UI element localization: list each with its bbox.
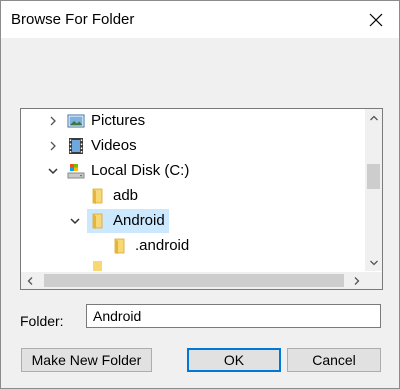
hard-disk-icon [67,164,85,179]
tree-item-label: adb [113,187,139,204]
videos-icon [69,138,83,154]
chevron-down-icon[interactable] [68,214,82,228]
title-bar: Browse For Folder [1,1,399,38]
horizontal-scrollbar[interactable] [21,272,365,289]
cancel-button[interactable]: Cancel [287,348,381,372]
vertical-scroll-thumb[interactable] [367,164,380,189]
close-button[interactable] [353,1,399,38]
folder-tree[interactable]: Pictures Videos Local Disk (C:) adb Andr… [20,108,383,290]
scrollbar-corner [365,272,382,289]
horizontal-scroll-thumb[interactable] [44,274,344,287]
tree-item-label: Local Disk (C:) [91,162,190,179]
scroll-left-button[interactable] [21,272,38,289]
chevron-left-icon [27,276,32,285]
pictures-icon [67,114,85,128]
browse-for-folder-dialog: Browse For Folder Pictures Videos Local … [0,0,400,389]
folder-name-input[interactable]: Android [86,304,381,328]
tree-item-label: Android [113,212,165,229]
tree-item-pictures[interactable]: Pictures [21,109,361,133]
scroll-right-button[interactable] [348,272,365,289]
tree-item-adb[interactable]: adb [21,184,361,208]
folder-icon [92,213,103,229]
tree-item-label: Videos [91,137,137,154]
tree-item-label: Pictures [91,112,146,129]
chevron-up-icon [369,115,378,120]
folder-icon [92,188,103,204]
make-new-folder-button[interactable]: Make New Folder [21,348,152,372]
tree-item-dot-android[interactable]: .android [21,234,361,258]
ok-button[interactable]: OK [187,348,281,372]
scroll-up-button[interactable] [365,109,382,126]
vertical-scrollbar[interactable] [365,109,382,271]
chevron-right-icon[interactable] [46,114,60,128]
scroll-down-button[interactable] [365,254,382,271]
folder-icon [93,261,102,271]
folder-label: Folder: [20,313,64,329]
chevron-right-icon [354,276,359,285]
tree-item-label: .android [135,237,190,254]
dialog-title: Browse For Folder [11,11,135,28]
chevron-down-icon[interactable] [46,164,60,178]
close-icon [369,13,383,26]
folder-icon [114,238,125,254]
tree-item-local-disk[interactable]: Local Disk (C:) [21,159,361,183]
chevron-right-icon[interactable] [46,139,60,153]
chevron-down-icon [369,260,378,265]
tree-item-android[interactable]: Android [21,209,361,233]
tree-item-videos[interactable]: Videos [21,134,361,158]
